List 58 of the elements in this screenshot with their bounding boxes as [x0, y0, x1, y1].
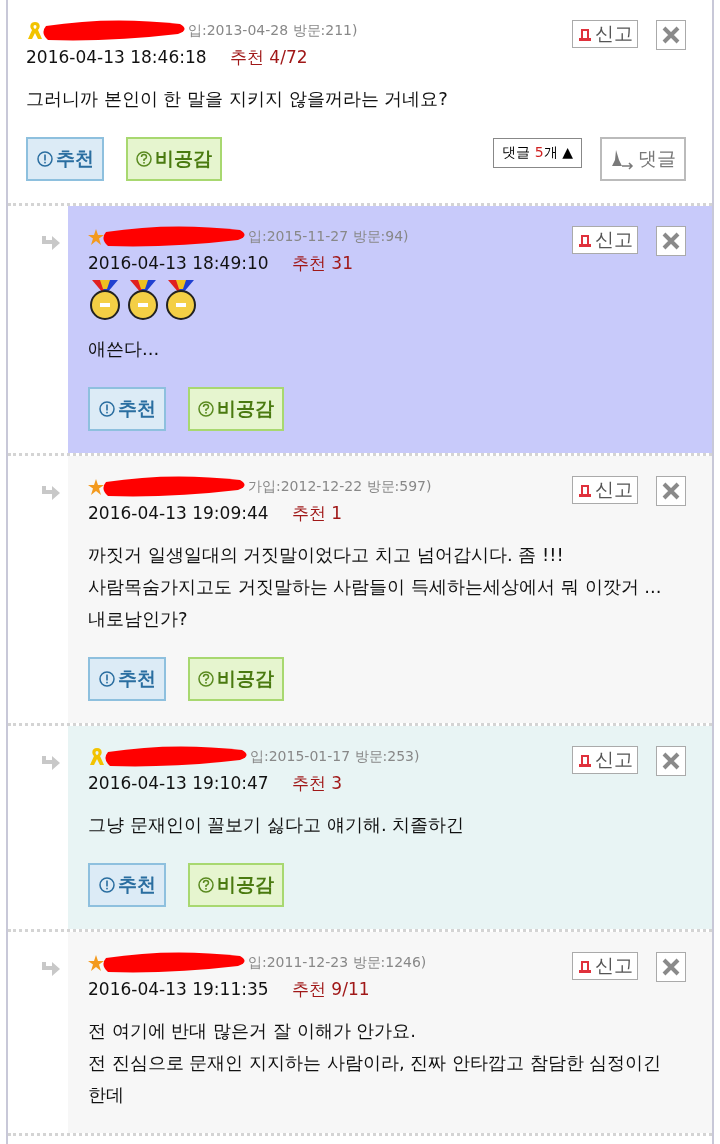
close-button[interactable] [656, 746, 686, 776]
report-button[interactable]: 신고 [572, 20, 638, 48]
comment-date: 2016-04-13 18:46:18 [26, 47, 207, 67]
report-button[interactable]: 신고 [572, 226, 638, 254]
dislike-button[interactable]: 비공감 [188, 387, 284, 431]
comment-date: 2016-04-13 19:09:44 [88, 503, 269, 523]
reply-button[interactable]: 댓글 [600, 137, 686, 181]
comment-date: 2016-04-13 18:49:10 [88, 253, 269, 273]
report-button[interactable]: 신고 [572, 746, 638, 774]
exclamation-icon [36, 151, 53, 167]
exclamation-icon [98, 671, 115, 687]
vote-count: 추천 9/11 [291, 979, 370, 999]
close-button[interactable] [656, 476, 686, 506]
report-button[interactable]: 신고 [572, 952, 638, 980]
comment-count-toggle[interactable]: 댓글 5개 ▲ [493, 138, 582, 168]
vote-count: 추천 31 [291, 253, 353, 273]
recommend-button[interactable]: 추천 [88, 863, 166, 907]
close-icon [662, 482, 680, 500]
comment-text: 까짓거 일생일대의 거짓말이었다고 치고 넘어갑시다. 좀 !!! 사람목숨가지고도 거짓말하는 사람들이 득세하는세상에서 뭐 이깟거 ... 내로남인가? [88, 543, 663, 631]
question-icon [198, 401, 214, 417]
close-icon [662, 752, 680, 770]
siren-icon [577, 752, 593, 768]
dislike-button[interactable]: 비공감 [188, 863, 284, 907]
close-button[interactable] [656, 226, 686, 256]
siren-icon [577, 958, 593, 974]
member-info: 입:2015-01-17 방문:253) [250, 748, 420, 766]
close-button[interactable] [656, 20, 686, 50]
dislike-button[interactable]: 비공감 [126, 137, 222, 181]
recommend-button[interactable]: 추천 [88, 387, 166, 431]
comment-date: 2016-04-13 19:11:35 [88, 979, 269, 999]
comment-text: 그냥 문재인이 꼴보기 싫다고 얘기해. 치졸하긴 [88, 813, 466, 837]
question-icon [198, 671, 214, 687]
comment-text: 전 여기에 반대 많은거 잘 이해가 안가요. 전 진심으로 문재인 지지하는 사람이라, 진짜 안타깝고 참담한 심정이긴 한데 [88, 1019, 663, 1107]
member-info: 입:2015-11-27 방문:94) [248, 228, 409, 246]
siren-icon [577, 232, 593, 248]
vote-count: 추천 3 [291, 773, 343, 793]
recommend-button[interactable]: 추천 [88, 657, 166, 701]
member-info: 가입:2012-12-22 방문:597) [248, 478, 432, 496]
close-button[interactable] [656, 952, 686, 982]
comment-date: 2016-04-13 19:10:47 [88, 773, 269, 793]
dislike-button[interactable]: 비공감 [188, 657, 284, 701]
vote-count: 추천 1 [291, 503, 343, 523]
siren-icon [577, 482, 593, 498]
member-info: 입:2011-12-23 방문:1246) [248, 954, 427, 972]
member-info: 입:2013-04-28 방문:211) [188, 22, 358, 40]
comment-text: 그러니까 본인이 한 말을 지키지 않을꺼라는 거네요? [26, 87, 449, 111]
report-button[interactable]: 신고 [572, 476, 638, 504]
siren-icon [577, 26, 593, 42]
close-icon [662, 232, 680, 250]
exclamation-icon [98, 401, 115, 417]
close-icon [662, 26, 680, 44]
question-icon [198, 877, 214, 893]
recommend-button[interactable]: 추천 [26, 137, 104, 181]
vote-count: 추천 4/72 [229, 47, 308, 67]
question-icon [136, 151, 152, 167]
comment-text: 애쓴다... [88, 337, 161, 361]
exclamation-icon [98, 877, 115, 893]
close-icon [662, 958, 680, 976]
